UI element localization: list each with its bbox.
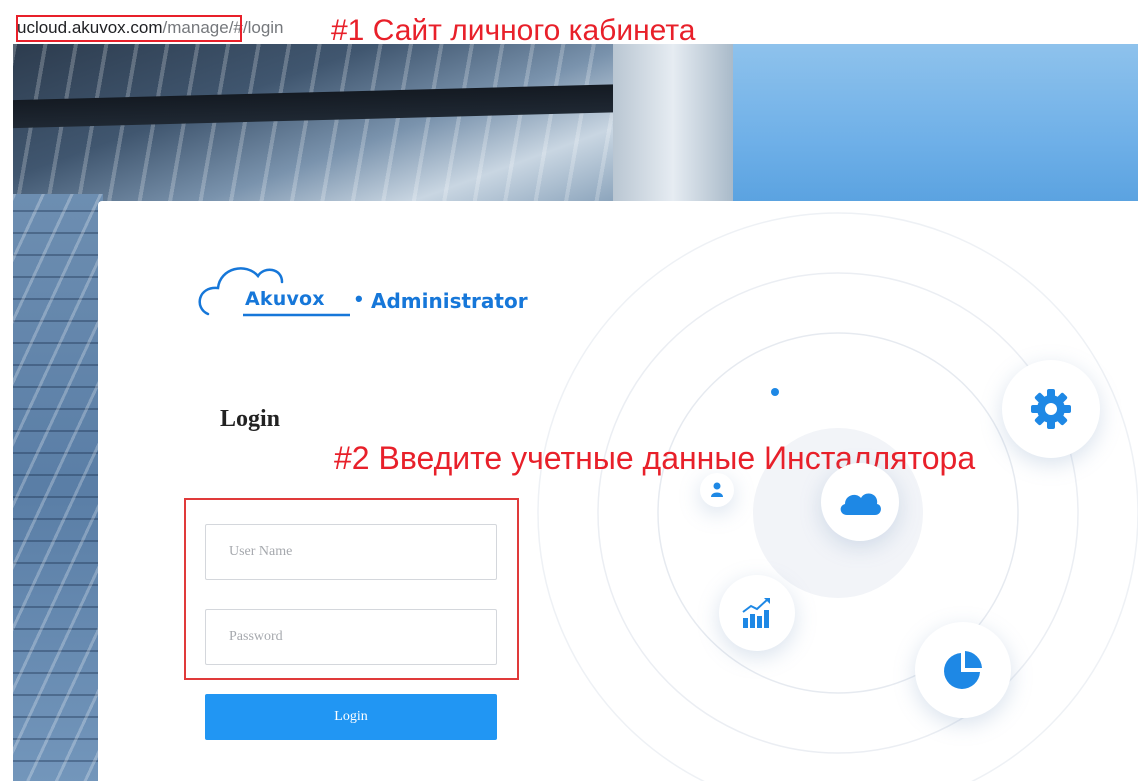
building-left — [13, 194, 103, 781]
credentials-highlight-box — [184, 498, 519, 680]
cloud-icon-bubble — [821, 463, 899, 541]
logo-subtitle: Administrator — [371, 289, 528, 313]
gear-icon-bubble — [1002, 360, 1100, 458]
login-card: Akuvox • Administrator Login Login #2 Вв… — [98, 201, 1138, 781]
building-right — [613, 44, 733, 204]
browser-address-bar[interactable]: ucloud.akuvox.com/manage/#/login #1 Сайт… — [0, 0, 1138, 47]
cloud-icon — [840, 493, 881, 515]
login-button[interactable]: Login — [205, 694, 497, 740]
gear-icon — [1031, 389, 1071, 429]
chart-icon-bubble — [719, 575, 795, 651]
login-title: Login — [220, 406, 281, 432]
user-icon — [711, 482, 723, 497]
akuvox-logo: Akuvox • Administrator — [198, 246, 538, 326]
chart-icon — [742, 598, 770, 628]
url-highlight-box — [16, 15, 242, 42]
user-icon-bubble — [700, 473, 734, 507]
logo-cloud-icon — [198, 267, 350, 317]
pie-chart-icon — [944, 651, 982, 689]
logo-separator: • — [355, 286, 363, 311]
pie-chart-icon-bubble — [915, 622, 1011, 718]
logo-wordmark: Akuvox — [245, 288, 325, 310]
